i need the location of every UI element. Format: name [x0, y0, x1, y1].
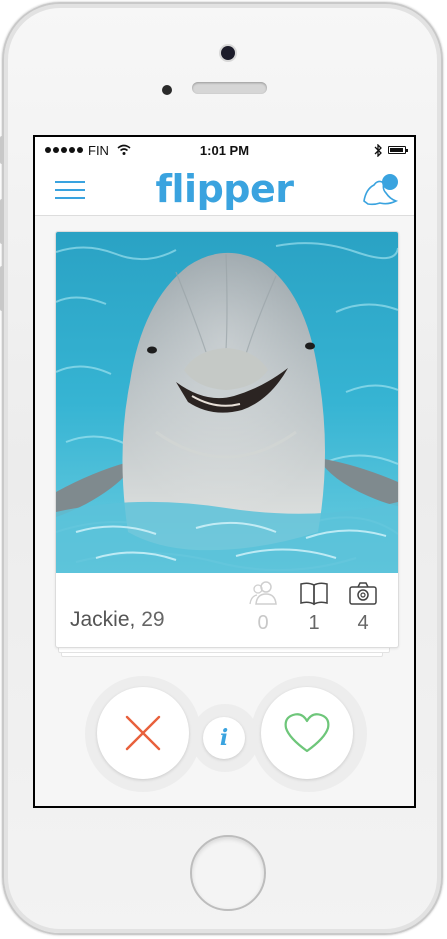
friends-count: 0	[257, 612, 269, 634]
info-button[interactable]: i	[203, 717, 245, 759]
dolphin-profile-icon[interactable]	[360, 171, 400, 207]
book-icon	[300, 582, 328, 606]
like-button[interactable]	[261, 687, 353, 779]
dislike-button[interactable]	[97, 687, 189, 779]
profile-card[interactable]: Jackie, 29 0 1 4	[55, 231, 399, 648]
name-age-separator: ,	[129, 608, 142, 631]
nav-bar: flipper	[35, 163, 414, 216]
friends-icon	[249, 581, 277, 605]
x-icon	[125, 715, 161, 751]
bluetooth-icon	[374, 144, 382, 157]
profile-age: 29	[141, 608, 165, 631]
action-bar: i	[35, 672, 414, 792]
battery-icon	[388, 146, 408, 154]
info-label: i	[219, 725, 229, 751]
book-count: 1	[308, 612, 320, 634]
earpiece-speaker	[192, 82, 267, 94]
screen: FIN 1:01 PM flipper Jackie, 29 0 1 4 i	[33, 135, 416, 808]
dolphin-photo	[56, 232, 398, 573]
proximity-sensor	[162, 85, 172, 95]
app-screen: FIN 1:01 PM flipper Jackie, 29 0 1 4 i	[35, 137, 414, 806]
app-logo: flipper	[155, 167, 295, 211]
volume-up-button	[0, 199, 4, 244]
photo-count: 4	[357, 612, 369, 634]
profile-first-name: Jackie	[70, 608, 130, 631]
status-time: 1:01 PM	[199, 143, 250, 158]
heart-icon	[284, 713, 330, 753]
home-button[interactable]	[190, 835, 266, 911]
profile-name: Jackie, 29	[70, 608, 165, 632]
status-bar: FIN 1:01 PM	[35, 137, 414, 163]
front-camera	[221, 46, 235, 60]
mute-switch	[0, 136, 4, 164]
volume-down-button	[0, 266, 4, 311]
camera-icon	[349, 582, 377, 605]
